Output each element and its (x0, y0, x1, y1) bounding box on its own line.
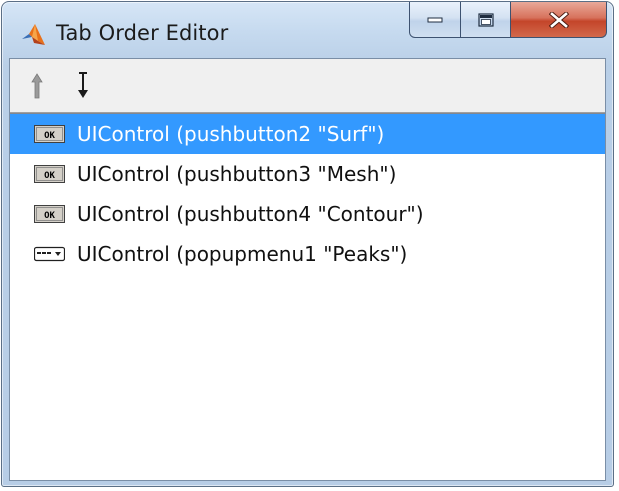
tab-order-list[interactable]: OK UIControl (pushbutton2 "Surf") OK UIC… (10, 113, 605, 480)
close-button[interactable] (511, 2, 607, 38)
list-item[interactable]: OK UIControl (pushbutton3 "Mesh") (10, 154, 605, 194)
pushbutton-ok-icon: OK (34, 125, 65, 143)
list-item-label: UIControl (pushbutton2 "Surf") (77, 122, 385, 146)
list-item-label: UIControl (pushbutton4 "Contour") (77, 202, 424, 226)
tab-order-editor-window: Tab Order Editor OK UIControl (pushbutto… (1, 1, 614, 487)
move-down-button[interactable] (68, 69, 98, 103)
list-item-label: UIControl (popupmenu1 "Peaks") (77, 242, 408, 266)
pushbutton-ok-icon: OK (34, 205, 65, 223)
pushbutton-ok-icon: OK (34, 165, 65, 183)
list-item[interactable]: OK UIControl (pushbutton4 "Contour") (10, 194, 605, 234)
svg-text:OK: OK (44, 171, 55, 181)
arrow-up-icon (31, 73, 43, 99)
maximize-button[interactable] (461, 2, 511, 38)
list-item-label: UIControl (pushbutton3 "Mesh") (77, 162, 397, 186)
editor-panel: OK UIControl (pushbutton2 "Surf") OK UIC… (9, 58, 606, 481)
list-item[interactable]: OK UIControl (pushbutton2 "Surf") (10, 114, 605, 154)
arrow-down-icon (78, 72, 88, 98)
caption-buttons (409, 2, 607, 40)
close-icon (548, 11, 569, 28)
title-bar[interactable]: Tab Order Editor (2, 2, 613, 58)
list-item[interactable]: UIControl (popupmenu1 "Peaks") (10, 234, 605, 274)
move-up-button[interactable] (22, 69, 52, 103)
toolbar (10, 59, 605, 113)
maximize-icon (477, 12, 494, 27)
svg-text:OK: OK (44, 131, 55, 141)
minimize-button[interactable] (409, 2, 461, 38)
window-title: Tab Order Editor (56, 21, 229, 45)
popupmenu-icon (34, 246, 65, 262)
minimize-icon (427, 17, 443, 22)
matlab-logo-icon (22, 24, 45, 45)
svg-text:OK: OK (44, 211, 55, 221)
